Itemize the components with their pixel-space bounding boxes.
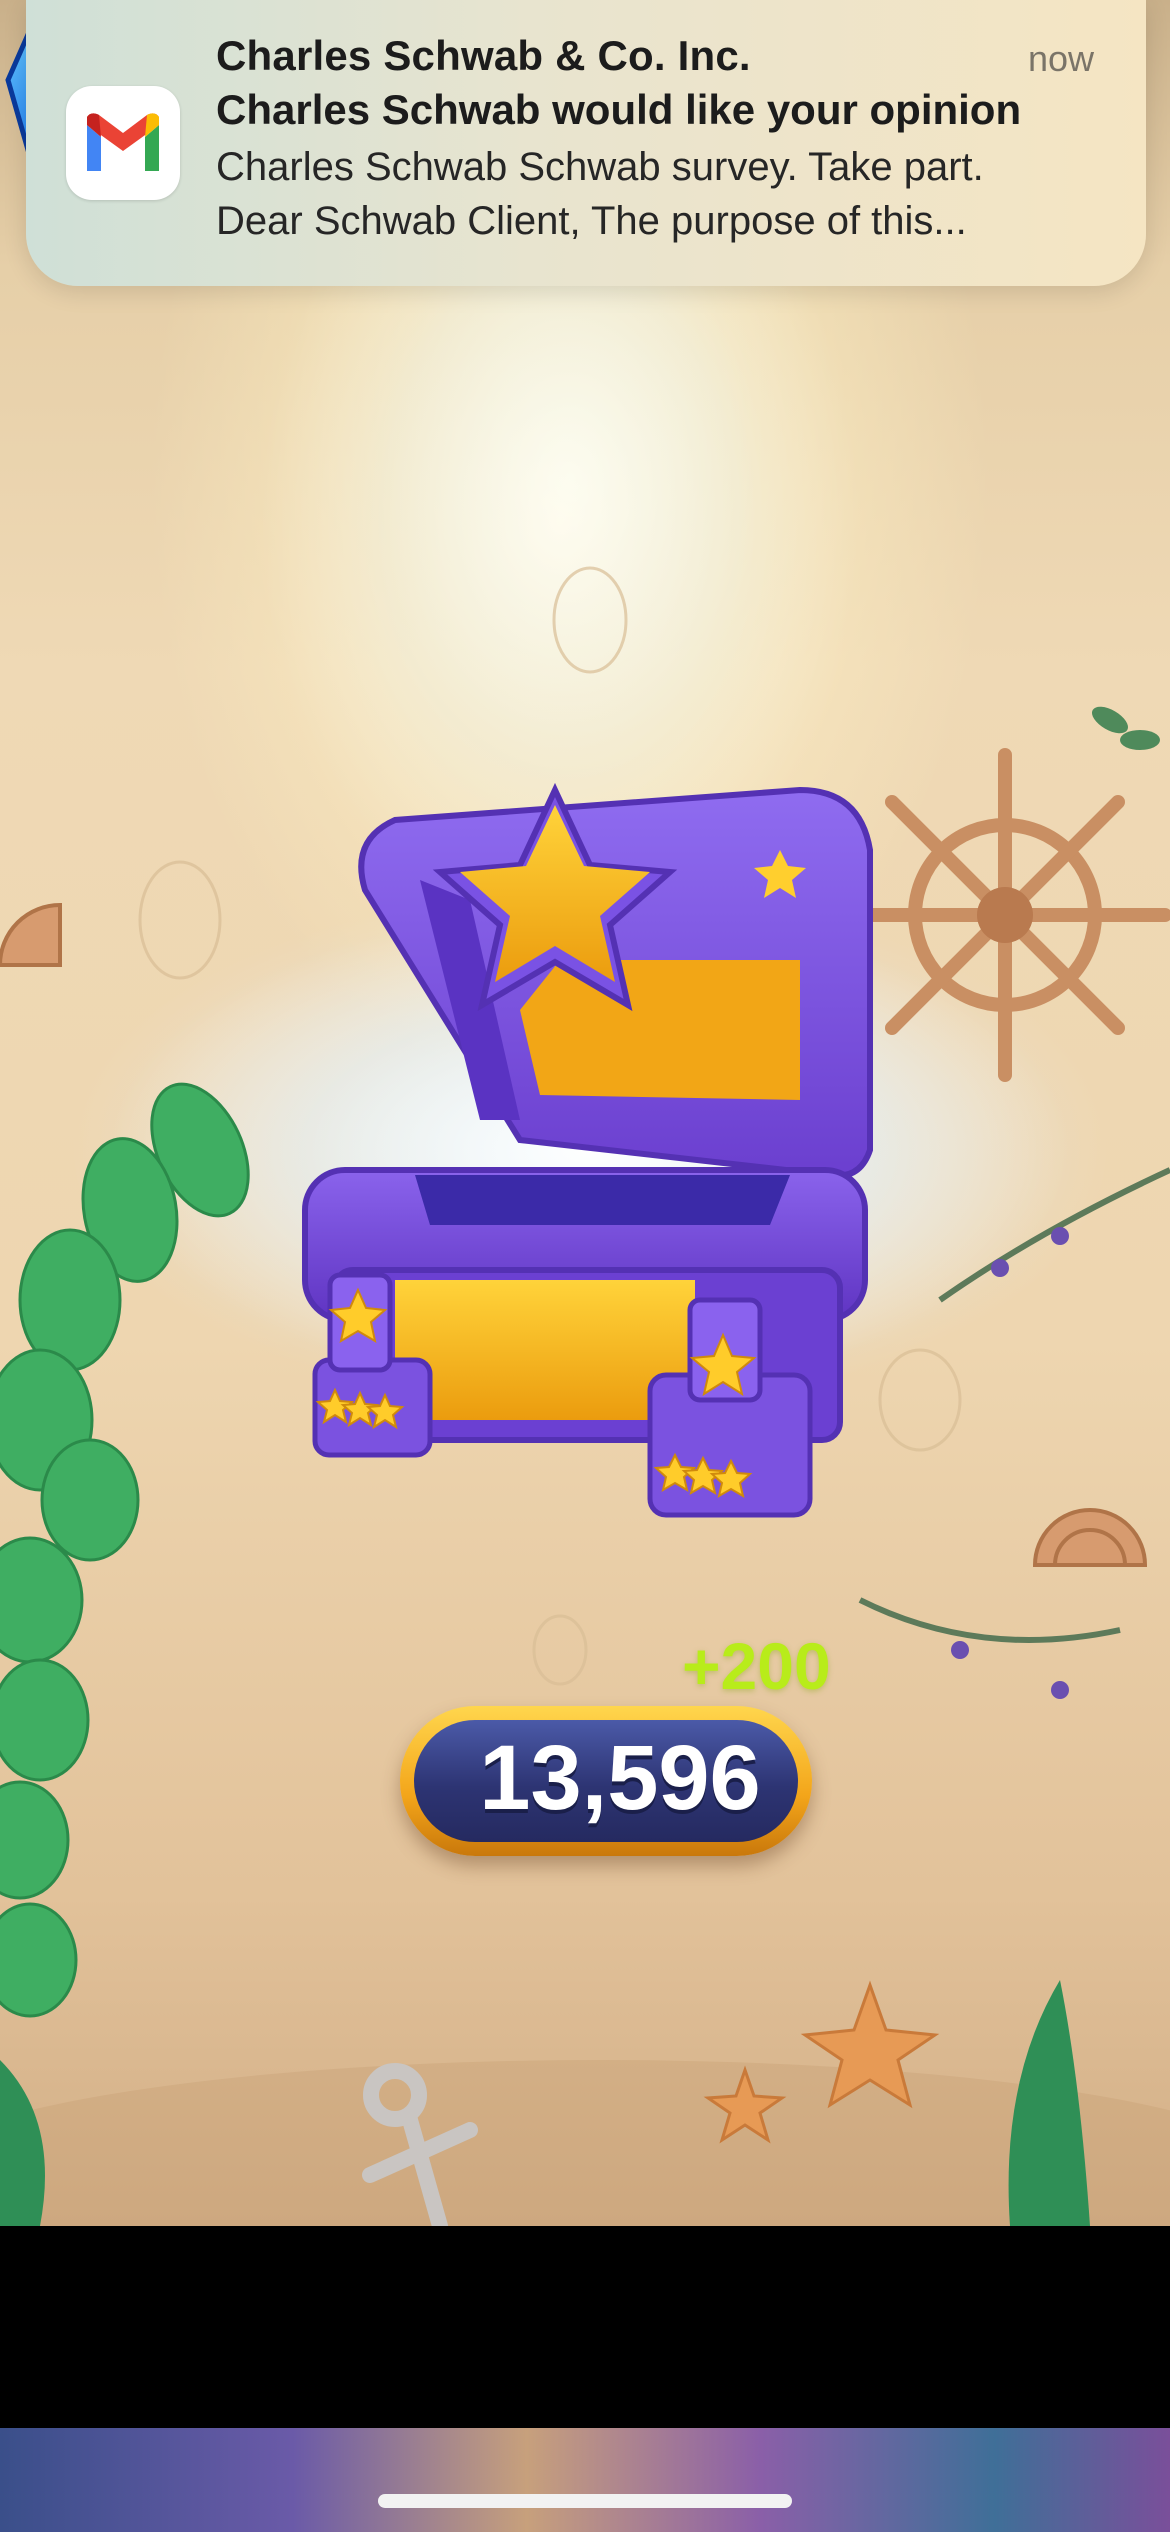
notification-banner[interactable]: Charles Schwab & Co. Inc. now Charles Sc… bbox=[26, 0, 1146, 286]
notification-body-line: Dear Schwab Client, The purpose of this.… bbox=[216, 199, 967, 243]
notification-sender: Charles Schwab & Co. Inc. bbox=[216, 32, 751, 79]
gem-count: 13,596 bbox=[479, 1727, 761, 1829]
notification-body-line: Charles Schwab Schwab survey. Take part. bbox=[216, 145, 984, 189]
notification-subject: Charles Schwab would like your opinion bbox=[216, 86, 1022, 133]
gmail-icon bbox=[66, 86, 180, 200]
notification-body: Charles Schwab Schwab survey. Take part.… bbox=[216, 140, 1116, 248]
gem-bonus-label: +200 bbox=[682, 1629, 831, 1703]
bottom-black-bar bbox=[0, 2226, 1170, 2428]
notification-time: now bbox=[1027, 38, 1094, 79]
home-indicator[interactable] bbox=[378, 2494, 792, 2508]
game-scene[interactable]: 13,596 +200 bbox=[0, 0, 1170, 2226]
footer-artwork-strip bbox=[0, 2428, 1170, 2532]
scene-background bbox=[0, 100, 1170, 2226]
